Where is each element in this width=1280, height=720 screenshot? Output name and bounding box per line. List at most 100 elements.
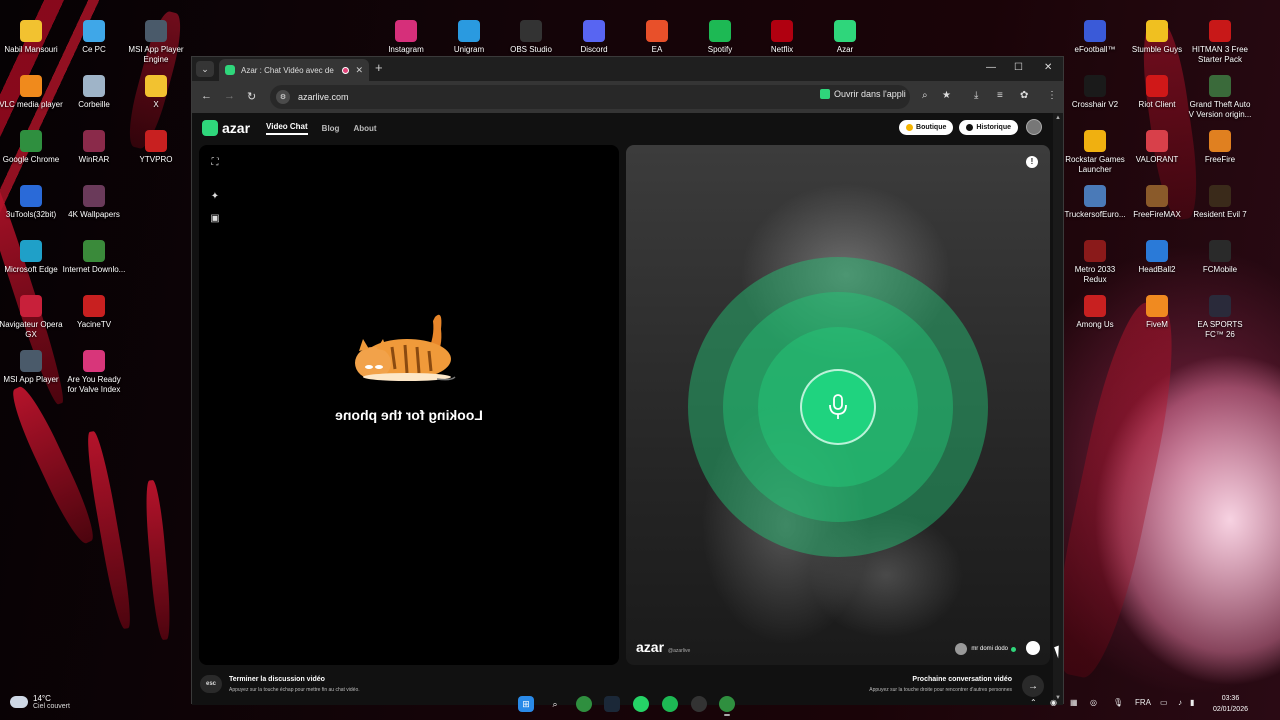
desktop-icon[interactable]: Navigateur Opera GX (0, 295, 63, 340)
report-icon[interactable]: ! (1026, 156, 1038, 168)
desktop-icon[interactable]: VALORANT (1125, 130, 1189, 165)
open-in-app-button[interactable]: Ouvrir dans l'appli (820, 89, 906, 99)
historique-button[interactable]: Historique (959, 119, 1018, 135)
steam-icon[interactable] (604, 696, 620, 712)
desktop-icon[interactable]: 4K Wallpapers (62, 185, 126, 220)
site-info-icon[interactable]: ⚙ (276, 90, 290, 104)
desktop-icon[interactable]: Among Us (1063, 295, 1127, 330)
desktop-icon[interactable]: FreeFireMAX (1125, 185, 1189, 220)
desktop-icon[interactable]: MSI App Player (0, 350, 63, 385)
maximize-button[interactable]: ☐ (1014, 62, 1023, 73)
media-control-icon[interactable]: ≡ (997, 90, 1003, 101)
desktop-icon[interactable]: Corbeille (62, 75, 126, 110)
taskbar-spotify-icon[interactable] (662, 696, 678, 712)
tray-app-icon[interactable]: ◉ (1050, 698, 1057, 707)
desktop-icon[interactable]: Grand Theft Auto V Version origin... (1188, 75, 1252, 120)
address-bar[interactable]: ⚙ azarlive.com (270, 85, 910, 109)
desktop-icon[interactable]: FiveM (1125, 295, 1189, 330)
desktop-icon[interactable]: HeadBall2 (1125, 240, 1189, 275)
nav-about[interactable]: About (353, 124, 376, 133)
desktop-icon[interactable]: Riot Client (1125, 75, 1189, 110)
language-indicator[interactable]: FRA (1135, 698, 1151, 707)
minimize-button[interactable]: — (986, 62, 996, 73)
back-button[interactable]: ← (201, 90, 212, 102)
extensions-icon[interactable]: ✿ (1020, 90, 1028, 101)
desktop-icon[interactable]: EA SPORTS FC™ 26 (1188, 295, 1252, 340)
tab-search-button[interactable]: ⌄ (196, 61, 214, 77)
desktop-icon[interactable]: OBS Studio (499, 20, 563, 55)
desktop-icon[interactable]: Microsoft Edge (0, 240, 63, 275)
desktop-icon[interactable]: FreeFire (1188, 130, 1252, 165)
whatsapp-icon[interactable] (633, 696, 649, 712)
desktop-icon[interactable]: VLC media player (0, 75, 63, 110)
desktop-icon[interactable]: eFootball™ (1063, 20, 1127, 55)
desktop-icon[interactable]: HITMAN 3 Free Starter Pack (1188, 20, 1252, 65)
desktop-icon[interactable]: Netflix (750, 20, 814, 55)
desktop-icon[interactable]: X (124, 75, 188, 110)
tray-overflow-icon[interactable]: ⌃ (1030, 698, 1037, 707)
fullscreen-icon[interactable]: ⛶ (209, 157, 221, 169)
desktop-icon[interactable]: FCMobile (1188, 240, 1252, 275)
desktop-icon[interactable]: Stumble Guys (1125, 20, 1189, 55)
weather-widget[interactable]: 14°C Ciel couvert (10, 694, 70, 710)
desktop-icon[interactable]: WinRAR (62, 130, 126, 165)
chat-bubble-icon[interactable] (1026, 641, 1040, 655)
desktop-icon[interactable]: Nabil Mansouri (0, 20, 63, 55)
desktop-icon[interactable]: Crosshair V2 (1063, 75, 1127, 110)
desktop-icon[interactable]: Google Chrome (0, 130, 63, 165)
volume-icon[interactable]: ♪ (1178, 698, 1182, 707)
tray-steam-icon[interactable]: ◎ (1090, 698, 1097, 707)
boutique-button[interactable]: Boutique (899, 119, 954, 135)
desktop-icon[interactable]: Unigram (437, 20, 501, 55)
desktop-icon[interactable]: Ce PC (62, 20, 126, 55)
tray-mic-icon[interactable]: 🎙 (1113, 698, 1123, 707)
download-icon[interactable]: ⤓ (974, 90, 978, 101)
partner-user-chip[interactable]: mr domi dodo (955, 643, 1016, 655)
desktop-icon[interactable]: MSI App Player Engine (124, 20, 188, 65)
desktop-icon[interactable]: Azar (813, 20, 877, 55)
nav-video-chat[interactable]: Video Chat (266, 122, 308, 135)
desktop-icon[interactable]: Are You Ready for Valve Index (62, 350, 126, 395)
system-clock[interactable]: 03:36 02/01/2026 (1213, 693, 1248, 715)
desktop-icon[interactable]: Internet Downlo... (62, 240, 126, 275)
start-windows-icon[interactable]: ⊞ (518, 696, 534, 712)
battery-icon[interactable]: ▮ (1190, 698, 1194, 707)
tray-app-icon[interactable]: ▦ (1070, 698, 1078, 707)
page-scrollbar[interactable]: ▲ ▼ (1053, 113, 1063, 705)
nav-blog[interactable]: Blog (322, 124, 340, 133)
ea-icon (646, 20, 668, 42)
desktop-icon[interactable]: Rockstar Games Launcher (1063, 130, 1127, 175)
azar-logo[interactable]: azar (202, 120, 250, 136)
forward-button[interactable]: → (224, 90, 235, 102)
new-tab-button[interactable]: + (375, 61, 383, 74)
tab-azar[interactable]: Azar : Chat Vidéo avec de n ✕ (219, 59, 369, 81)
reload-button[interactable]: ↻ (247, 90, 256, 103)
profile-avatar[interactable] (1026, 119, 1042, 135)
taskbar-obs-icon[interactable] (691, 696, 707, 712)
taskbar-chrome-active-icon[interactable] (719, 696, 735, 716)
filter-icon[interactable]: ▣ (209, 213, 221, 225)
network-icon[interactable]: ▭ (1160, 698, 1168, 707)
window-close-button[interactable]: ✕ (1044, 62, 1052, 73)
effects-sparkle-icon[interactable]: ✦ (209, 191, 221, 203)
taskbar-chrome-icon[interactable] (576, 696, 592, 712)
desktop-icon[interactable]: Resident Evil 7 (1188, 185, 1252, 220)
search-icon[interactable]: ⌕ (547, 696, 563, 712)
desktop-icon[interactable]: Instagram (374, 20, 438, 55)
microphone-button[interactable] (800, 369, 876, 445)
desktop-icon[interactable]: YacineTV (62, 295, 126, 330)
zoom-icon[interactable]: ⌕ (922, 90, 928, 101)
clock-time: 03:36 (1221, 695, 1240, 702)
menu-icon[interactable]: ⋮ (1047, 90, 1057, 101)
desktop-icon[interactable]: YTVPRO (124, 130, 188, 165)
bookmark-star-icon[interactable]: ★ (942, 90, 951, 101)
tab-close-button[interactable]: ✕ (355, 65, 363, 76)
truckers-icon (1084, 185, 1106, 207)
desktop-icon[interactable]: Discord (562, 20, 626, 55)
desktop-icon[interactable]: Metro 2033 Redux (1063, 240, 1127, 285)
desktop-icon[interactable]: Spotify (688, 20, 752, 55)
scroll-up-icon[interactable]: ▲ (1055, 115, 1061, 121)
desktop-icon[interactable]: 3uTools(32bit) (0, 185, 63, 220)
desktop-icon[interactable]: EA (625, 20, 689, 55)
desktop-icon[interactable]: TruckersofEuro... (1063, 185, 1127, 220)
